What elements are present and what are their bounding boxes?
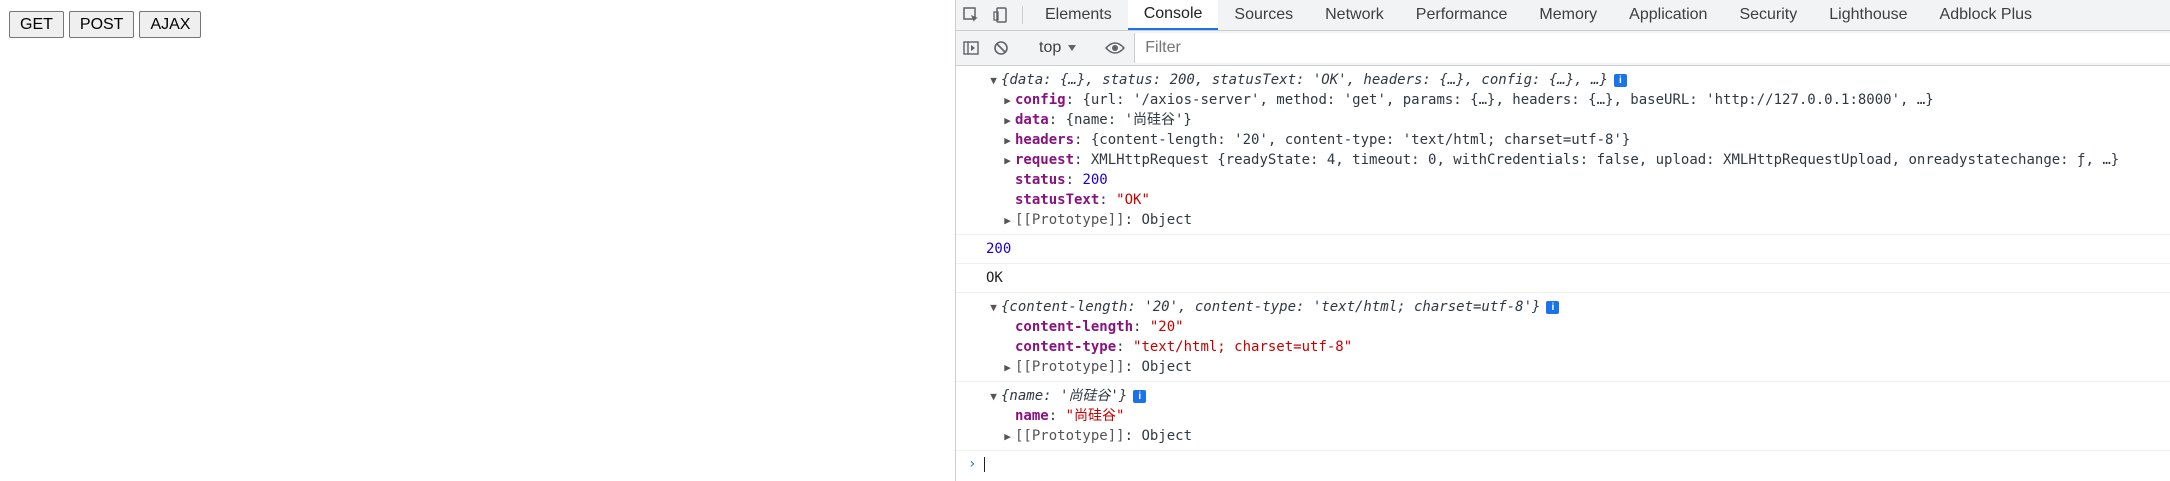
live-expression-eye-icon[interactable] — [1100, 33, 1130, 63]
tab-adblock-plus[interactable]: Adblock Plus — [1924, 0, 2049, 30]
tab-console[interactable]: Console — [1127, 0, 1219, 30]
content-length-property: content-length: "20" — [1015, 319, 1184, 335]
tab-application[interactable]: Application — [1613, 0, 1723, 30]
property-value: {content-length: '20', content-type: 'te… — [1090, 132, 1631, 148]
property-key: status — [1015, 172, 1066, 188]
collapsed-triangle-icon[interactable]: ▶ — [1000, 151, 1015, 171]
property-key: headers — [1015, 132, 1075, 148]
summary-text: {name: '尚硅谷'} — [1001, 388, 1128, 404]
info-icon: i — [1546, 300, 1560, 314]
summary-text: {content-length: '20', content-type: 'te… — [1001, 299, 1541, 315]
property-value: "text/html; charset=utf-8" — [1133, 339, 1353, 355]
tab-sources[interactable]: Sources — [1218, 0, 1309, 30]
page-button-group: GET POST AJAX — [9, 11, 202, 38]
devtools-tabbar: Elements Console Sources Network Perform… — [956, 0, 2170, 31]
inspect-element-icon[interactable] — [956, 0, 986, 30]
tab-network[interactable]: Network — [1309, 0, 1400, 30]
property-value: Object — [1141, 212, 1193, 228]
log-statustext: OK — [986, 270, 1003, 286]
expanded-triangle-icon[interactable]: ▼ — [986, 298, 1001, 318]
filter-input[interactable] — [1134, 33, 2170, 63]
console-message: ▼ {content-length: '20', content-type: 't… — [956, 293, 2170, 382]
console-message: 200 — [956, 235, 2170, 264]
context-selector[interactable]: top — [1029, 39, 1087, 57]
tab-performance[interactable]: Performance — [1400, 0, 1524, 30]
clear-console-icon[interactable] — [986, 33, 1016, 63]
response-object-summary[interactable]: ▼ {data: {…}, status: 200, statusText: 'O… — [956, 70, 2170, 90]
console-message: OK — [956, 264, 2170, 293]
config-property[interactable]: ▶ config: {url: '/axios-server', method: … — [956, 90, 2170, 110]
show-sidebar-icon[interactable] — [956, 33, 986, 63]
expanded-triangle-icon[interactable]: ▼ — [986, 387, 1001, 407]
console-toolbar: top — [956, 31, 2170, 66]
console-message: ▼ {data: {…}, status: 200, statusText: 'O… — [956, 66, 2170, 235]
tab-elements[interactable]: Elements — [1029, 0, 1128, 30]
ajax-button[interactable]: AJAX — [139, 11, 202, 38]
property-value: {url: '/axios-server', method: 'get', pa… — [1082, 92, 1934, 108]
collapsed-triangle-icon[interactable]: ▶ — [1000, 211, 1015, 231]
property-key: [[Prototype]] — [1015, 428, 1125, 444]
text-caret — [984, 456, 986, 472]
info-icon: i — [1613, 73, 1627, 87]
property-key: [[Prototype]] — [1015, 359, 1125, 375]
prototype-property[interactable]: ▶ [[Prototype]]: Object — [956, 210, 2170, 230]
prototype-property[interactable]: ▶ [[Prototype]]: Object — [956, 357, 2170, 377]
context-label: top — [1039, 39, 1062, 56]
property-key: name — [1015, 408, 1049, 424]
property-value: 200 — [1082, 172, 1108, 188]
property-key: [[Prototype]] — [1015, 212, 1125, 228]
property-key: statusText — [1015, 192, 1100, 208]
headers-object-summary[interactable]: ▼ {content-length: '20', content-type: 't… — [956, 297, 2170, 317]
request-property[interactable]: ▶ request: XMLHttpRequest {readyState: 4,… — [956, 150, 2170, 170]
tab-security[interactable]: Security — [1723, 0, 1813, 30]
property-value: Object — [1141, 428, 1193, 444]
prototype-property[interactable]: ▶ [[Prototype]]: Object — [956, 426, 2170, 446]
property-key: config — [1015, 92, 1066, 108]
devtools-panel: Elements Console Sources Network Perform… — [955, 0, 2170, 481]
console-message: ▼ {name: '尚硅谷'} i name: "尚硅谷" ▶ [[Prototype… — [956, 382, 2170, 451]
headers-property[interactable]: ▶ headers: {content-length: '20', content… — [956, 130, 2170, 150]
property-value: {name: '尚硅谷'} — [1065, 112, 1192, 128]
collapsed-triangle-icon[interactable]: ▶ — [1000, 91, 1015, 111]
property-value: "20" — [1149, 319, 1184, 335]
property-key: data — [1015, 112, 1049, 128]
tab-memory[interactable]: Memory — [1523, 0, 1613, 30]
status-property: status: 200 — [1015, 172, 1108, 188]
summary-text: {data: {…}, status: 200, statusText: 'OK… — [1001, 72, 1608, 88]
name-object-summary[interactable]: ▼ {name: '尚硅谷'} i — [956, 386, 2170, 406]
property-value: Object — [1141, 359, 1193, 375]
log-status: 200 — [986, 241, 1012, 257]
content-type-property: content-type: "text/html; charset=utf-8" — [1015, 339, 1353, 355]
tabbar-divider — [1022, 6, 1023, 24]
collapsed-triangle-icon[interactable]: ▶ — [1000, 358, 1015, 378]
chevron-down-icon — [1068, 45, 1077, 51]
get-button[interactable]: GET — [9, 11, 64, 38]
data-property[interactable]: ▶ data: {name: '尚硅谷'} — [956, 110, 2170, 130]
property-key: request — [1015, 152, 1075, 168]
name-property: name: "尚硅谷" — [1015, 408, 1125, 424]
prompt-chevron-icon: › — [968, 456, 977, 472]
post-button[interactable]: POST — [68, 11, 135, 38]
statustext-property: statusText: "OK" — [1015, 192, 1150, 208]
collapsed-triangle-icon[interactable]: ▶ — [1000, 427, 1015, 447]
collapsed-triangle-icon[interactable]: ▶ — [1000, 111, 1015, 131]
property-value: "OK" — [1116, 192, 1150, 208]
tab-lighthouse[interactable]: Lighthouse — [1813, 0, 1923, 30]
property-key: content-type — [1015, 339, 1117, 355]
property-value: "尚硅谷" — [1065, 408, 1125, 424]
console-prompt[interactable]: › — [956, 451, 2170, 477]
property-value: XMLHttpRequest {readyState: 4, timeout: … — [1090, 152, 2120, 168]
info-icon: i — [1133, 389, 1147, 403]
collapsed-triangle-icon[interactable]: ▶ — [1000, 131, 1015, 151]
console-output: ▼ {data: {…}, status: 200, statusText: 'O… — [956, 66, 2170, 477]
property-key: content-length — [1015, 319, 1134, 335]
device-toolbar-icon[interactable] — [986, 0, 1016, 30]
expanded-triangle-icon[interactable]: ▼ — [986, 71, 1001, 91]
